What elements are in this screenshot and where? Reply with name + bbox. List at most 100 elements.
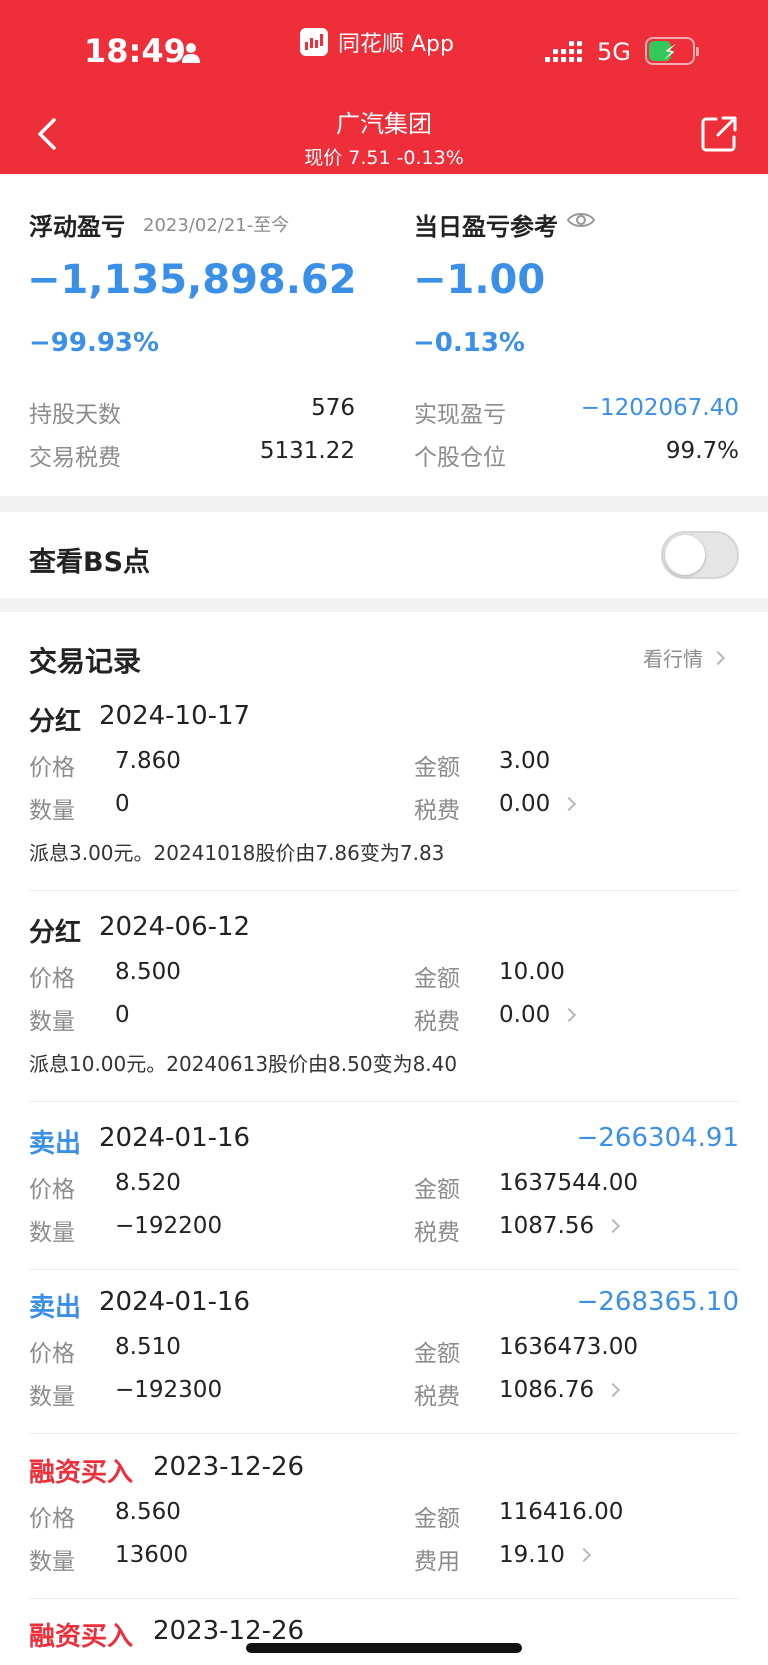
tax-label: 交易税费	[29, 445, 121, 471]
trade-records-title: 交易记录	[29, 645, 142, 678]
record-type: 卖出	[29, 1129, 82, 1159]
record-fee-button[interactable]: 0.00	[499, 791, 577, 817]
record-fee: 19.10	[499, 1542, 565, 1568]
realized-pnl-label: 实现盈亏	[414, 402, 506, 428]
record-fee: 1087.56	[499, 1213, 595, 1239]
record-qty-label: 数量	[29, 1009, 75, 1035]
record-price: 8.500	[115, 959, 181, 985]
page-title: 广汽集团	[336, 110, 432, 138]
record-fee-button[interactable]: 0.00	[499, 1002, 577, 1028]
status-app-indicator: 同花顺 App	[300, 26, 454, 58]
record-qty-label: 数量	[29, 798, 75, 824]
floating-pnl-date: 2023/02/21-至今	[143, 215, 290, 236]
share-icon[interactable]	[700, 115, 738, 153]
record-divider	[29, 890, 739, 891]
record-fee-label: 税费	[414, 1220, 460, 1246]
position-label: 个股仓位	[414, 445, 506, 471]
record-qty: 0	[115, 1002, 130, 1028]
tax-value: 5131.22	[259, 438, 355, 464]
record-fee: 1086.76	[499, 1377, 595, 1403]
section-divider	[0, 598, 768, 612]
view-market-label: 看行情	[643, 647, 703, 671]
floating-pnl-value: −1,135,898.62	[27, 257, 357, 303]
record-date: 2024-06-12	[99, 912, 251, 942]
record-amount: 1637544.00	[499, 1170, 639, 1196]
record-price-label: 价格	[29, 966, 75, 992]
record-note: 派息10.00元。20240613股价由8.50变为8.40	[29, 1052, 458, 1076]
chevron-right-icon	[710, 650, 726, 665]
floating-pnl-percent: −99.93%	[29, 328, 160, 358]
record-type: 分红	[29, 918, 82, 948]
record-date: 2024-01-16	[99, 1123, 251, 1153]
chevron-right-icon	[606, 1218, 621, 1234]
record-fee-button[interactable]: 1086.76	[499, 1377, 621, 1403]
eye-icon[interactable]	[566, 210, 596, 230]
network-type: 5G	[597, 38, 631, 66]
daily-pnl-percent: −0.13%	[413, 328, 525, 358]
record-amount-label: 金额	[414, 755, 460, 781]
record-divider	[29, 1269, 739, 1270]
record-amount-label: 金额	[414, 966, 460, 992]
chevron-right-icon	[576, 1547, 591, 1563]
hold-days-label: 持股天数	[29, 402, 121, 428]
record-fee-label: 税费	[414, 1009, 460, 1035]
record-fee-button[interactable]: 19.10	[499, 1542, 591, 1568]
record-qty-label: 数量	[29, 1549, 75, 1575]
record-amount: 116416.00	[499, 1499, 624, 1525]
record-pnl: −266304.91	[576, 1123, 739, 1153]
floating-pnl-label: 浮动盈亏	[29, 213, 125, 241]
battery-charging-icon: ⚡	[645, 37, 699, 65]
record-divider	[29, 1101, 739, 1102]
record-amount-label: 金额	[414, 1506, 460, 1532]
bs-points-toggle[interactable]	[661, 531, 739, 579]
record-price-label: 价格	[29, 1341, 75, 1367]
record-qty-label: 数量	[29, 1220, 75, 1246]
chevron-right-icon	[606, 1382, 621, 1398]
app-header: 18:49 同花顺 App 5G ⚡ 广汽集团 现价 7.51 -0.13%	[0, 0, 768, 174]
record-type: 分红	[29, 707, 82, 737]
record-amount-label: 金额	[414, 1341, 460, 1367]
record-price-label: 价格	[29, 755, 75, 781]
record-fee-button[interactable]: 1087.56	[499, 1213, 621, 1239]
record-fee-label: 税费	[414, 798, 460, 824]
record-date: 2024-01-16	[99, 1287, 251, 1317]
record-fee: 0.00	[499, 1002, 551, 1028]
record-amount: 1636473.00	[499, 1334, 639, 1360]
record-fee-label: 税费	[414, 1384, 460, 1410]
record-pnl: −268365.10	[576, 1287, 739, 1317]
bs-points-label: 查看BS点	[29, 547, 151, 578]
home-indicator[interactable]	[246, 1643, 522, 1653]
record-price: 8.520	[115, 1170, 181, 1196]
view-market-link[interactable]: 看行情	[643, 643, 726, 672]
current-price: 现价 7.51 -0.13%	[304, 147, 464, 169]
record-qty: 0	[115, 791, 130, 817]
record-type: 融资买入	[29, 1458, 134, 1488]
record-price-label: 价格	[29, 1177, 75, 1203]
record-qty-label: 数量	[29, 1384, 75, 1410]
record-type: 融资买入	[29, 1622, 134, 1652]
position-value: 99.7%	[665, 438, 739, 464]
record-note: 派息3.00元。20241018股价由7.86变为7.83	[29, 841, 445, 865]
record-amount: 3.00	[499, 748, 551, 774]
daily-pnl-value: −1.00	[413, 257, 546, 303]
status-time: 18:49	[84, 32, 186, 70]
record-divider	[29, 1598, 739, 1599]
status-app-name: 同花顺 App	[338, 32, 454, 57]
record-qty: 13600	[115, 1542, 189, 1568]
chevron-right-icon	[562, 796, 577, 812]
record-date: 2023-12-26	[153, 1616, 305, 1646]
record-amount: 10.00	[499, 959, 565, 985]
toggle-knob	[665, 535, 705, 575]
hold-days-value: 576	[311, 395, 355, 421]
record-price: 8.560	[115, 1499, 181, 1525]
record-type: 卖出	[29, 1293, 82, 1323]
record-date: 2024-10-17	[99, 701, 251, 731]
record-price: 8.510	[115, 1334, 181, 1360]
daily-pnl-label: 当日盈亏参考	[414, 213, 558, 241]
record-fee-label: 费用	[414, 1549, 460, 1575]
signal-icon	[545, 40, 582, 62]
app-logo-icon	[300, 28, 328, 56]
realized-pnl-value: −1202067.40	[580, 395, 739, 421]
record-price-label: 价格	[29, 1506, 75, 1532]
record-amount-label: 金额	[414, 1177, 460, 1203]
